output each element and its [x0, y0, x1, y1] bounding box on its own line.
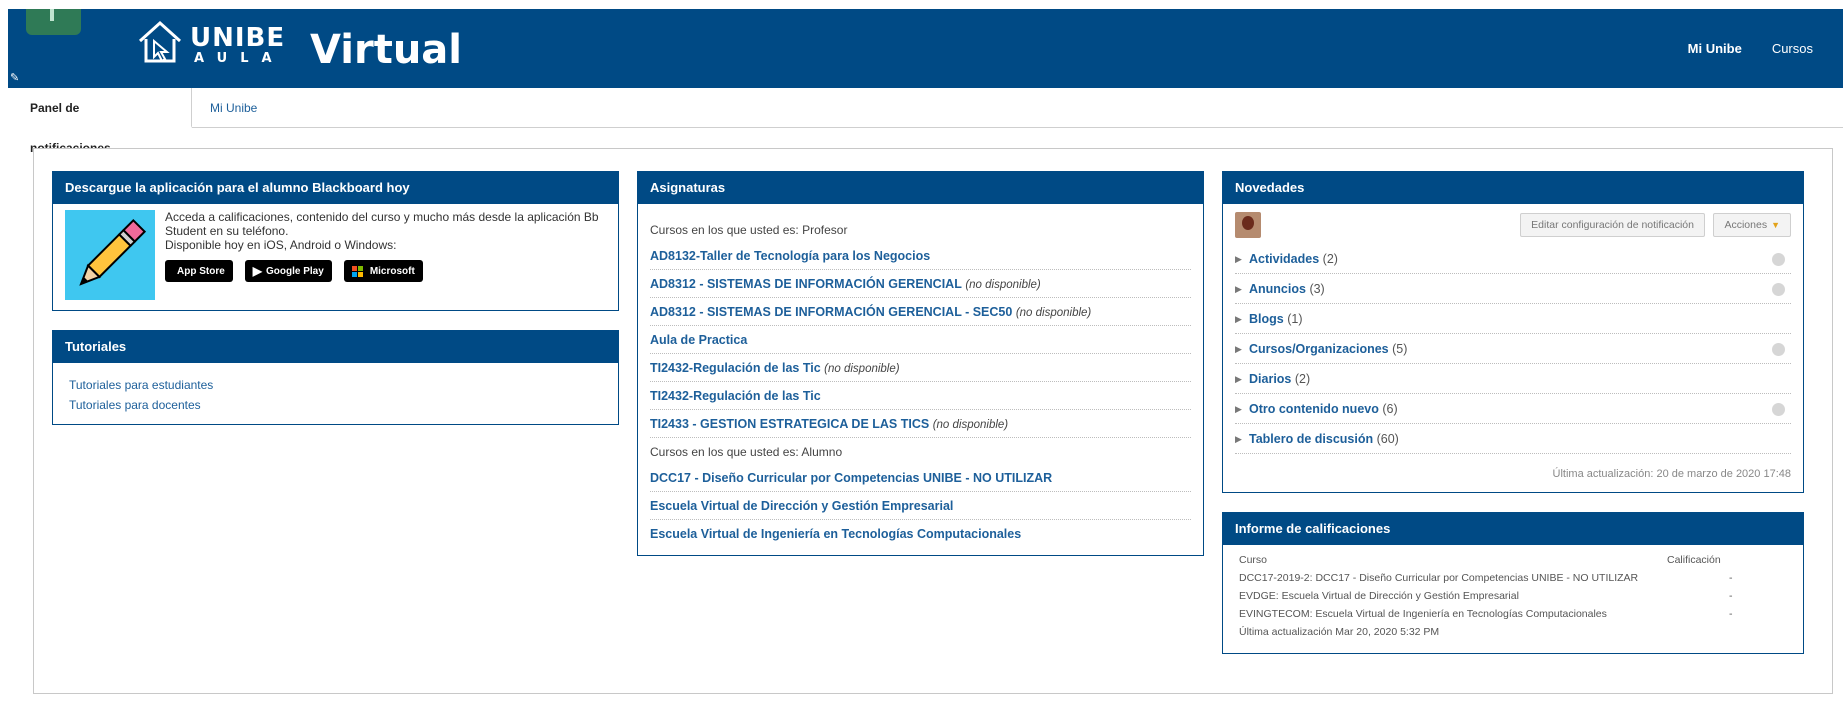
top-nav: Mi Unibe Cursos: [1688, 41, 1813, 56]
module-download-app: Descargue la aplicación para el alumno B…: [52, 171, 619, 311]
app-description-line1: Acceda a calificaciones, contenido del c…: [165, 210, 599, 238]
news-item-actividades[interactable]: ▶ Actividades (2): [1235, 244, 1791, 274]
module-asignaturas: Asignaturas Cursos en los que usted es: …: [637, 171, 1204, 556]
course-item[interactable]: TI2432-Regulación de las Tic (no disponi…: [650, 354, 1191, 382]
windows-icon: [351, 265, 363, 277]
main-content: Descargue la aplicación para el alumno B…: [33, 148, 1833, 694]
logo-unibe: UNIBE: [190, 23, 286, 53]
news-item-cursos[interactable]: ▶ Cursos/Organizaciones (5): [1235, 334, 1791, 364]
topnav-mi-unibe[interactable]: Mi Unibe: [1688, 41, 1742, 56]
triangle-right-icon: ▶: [1235, 344, 1242, 354]
news-item-anuncios[interactable]: ▶ Anuncios (3): [1235, 274, 1791, 304]
course-item[interactable]: AD8132-Taller de Tecnología para los Neg…: [650, 242, 1191, 270]
app-description-line2: Disponible hoy en iOS, Android o Windows…: [165, 238, 397, 252]
module-title: Informe de calificaciones: [1223, 513, 1803, 545]
news-item-blogs[interactable]: ▶ Blogs (1): [1235, 304, 1791, 334]
news-item-otro-contenido[interactable]: ▶ Otro contenido nuevo (6): [1235, 394, 1791, 424]
triangle-right-icon: ▶: [1235, 434, 1242, 444]
link-tutoriales-docentes[interactable]: Tutoriales para docentes: [69, 395, 602, 415]
module-title: Asignaturas: [638, 172, 1203, 204]
news-last-update: Última actualización: 20 de marzo de 202…: [1552, 468, 1791, 480]
play-icon: ▶: [252, 264, 263, 278]
triangle-right-icon: ▶: [1235, 254, 1242, 264]
brand-tab[interactable]: [26, 9, 81, 35]
logo-virtual: Virtual: [310, 27, 462, 73]
chevron-down-icon: ▼: [1771, 220, 1780, 230]
student-caption: Cursos en los que usted es: Alumno: [650, 445, 843, 459]
triangle-right-icon: ▶: [1235, 284, 1242, 294]
module-tutorials: Tutoriales Tutoriales para estudiantes T…: [52, 330, 619, 425]
module-title: Novedades: [1223, 172, 1803, 204]
item-menu-icon[interactable]: [1772, 283, 1785, 296]
store-badges: App Store ▶ Google Play Microsoft: [165, 260, 423, 282]
unibe-logo[interactable]: UNIBE AULA Virtual: [136, 17, 462, 73]
triangle-right-icon: ▶: [1235, 404, 1242, 414]
course-item[interactable]: Escuela Virtual de Ingeniería en Tecnolo…: [650, 520, 1191, 548]
course-item[interactable]: Escuela Virtual de Dirección y Gestión E…: [650, 492, 1191, 520]
item-menu-icon[interactable]: [1772, 343, 1785, 356]
news-item-tablero[interactable]: ▶ Tablero de discusión (60): [1235, 424, 1791, 454]
app-store-badge[interactable]: App Store: [165, 260, 233, 282]
triangle-right-icon: ▶: [1235, 374, 1242, 384]
course-item[interactable]: TI2432-Regulación de las Tic: [650, 382, 1191, 410]
triangle-right-icon: ▶: [1235, 314, 1242, 324]
course-item[interactable]: TI2433 - GESTION ESTRATEGICA DE LAS TICS…: [650, 410, 1191, 438]
module-informe-calificaciones: Informe de calificaciones Curso Calificac…: [1222, 512, 1804, 654]
pencil-icon: [65, 210, 155, 300]
edit-pencil-icon[interactable]: ✎: [10, 71, 24, 85]
app-description: Acceda a calificaciones, contenido del c…: [165, 210, 605, 252]
module-novedades: Novedades Editar configuración de notifi…: [1222, 171, 1804, 493]
module-title: Descargue la aplicación para el alumno B…: [53, 172, 618, 204]
teacher-caption: Cursos en los que usted es: Profesor: [650, 223, 848, 237]
course-item[interactable]: Aula de Practica: [650, 326, 1191, 354]
course-item[interactable]: AD8312 - SISTEMAS DE INFORMACIÓN GERENCI…: [650, 270, 1191, 298]
grade-row[interactable]: EVDGE: Escuela Virtual de Dirección y Ge…: [1239, 587, 1787, 605]
item-menu-icon[interactable]: [1772, 403, 1785, 416]
logo-wordmark: UNIBE AULA Virtual: [186, 17, 462, 73]
grade-row[interactable]: DCC17-2019-2: DCC17 - Diseño Curricular …: [1239, 569, 1787, 587]
item-menu-icon[interactable]: [1772, 253, 1785, 266]
grades-last-update: Última actualización Mar 20, 2020 5:32 P…: [1239, 626, 1440, 638]
microsoft-badge[interactable]: Microsoft: [343, 260, 423, 282]
google-play-badge[interactable]: ▶ Google Play: [244, 260, 332, 282]
link-tutoriales-estudiantes[interactable]: Tutoriales para estudiantes: [69, 375, 602, 395]
avatar[interactable]: [1235, 212, 1261, 238]
tab-mi-unibe[interactable]: Mi Unibe: [192, 88, 285, 128]
house-cursor-icon: [138, 20, 182, 63]
tab-bar: Panel de notificaciones Mi Unibe: [0, 88, 1843, 155]
edit-notification-settings-button[interactable]: Editar configuración de notificación: [1520, 213, 1705, 237]
grades-header: Curso Calificación: [1239, 554, 1721, 566]
top-header: UNIBE AULA Virtual Mi Unibe Cursos ✎: [8, 9, 1843, 88]
module-title: Tutoriales: [53, 331, 618, 363]
topnav-cursos[interactable]: Cursos: [1772, 41, 1813, 56]
course-item[interactable]: DCC17 - Diseño Curricular por Competenci…: [650, 464, 1191, 492]
logo-aula: AULA: [194, 51, 285, 66]
grade-row[interactable]: EVINGTECOM: Escuela Virtual de Ingenierí…: [1239, 605, 1787, 623]
actions-button[interactable]: Acciones ▼: [1713, 213, 1791, 237]
news-item-diarios[interactable]: ▶ Diarios (2): [1235, 364, 1791, 394]
course-item[interactable]: AD8312 - SISTEMAS DE INFORMACIÓN GERENCI…: [650, 298, 1191, 326]
tab-panel-notificaciones[interactable]: Panel de notificaciones: [0, 88, 192, 155]
